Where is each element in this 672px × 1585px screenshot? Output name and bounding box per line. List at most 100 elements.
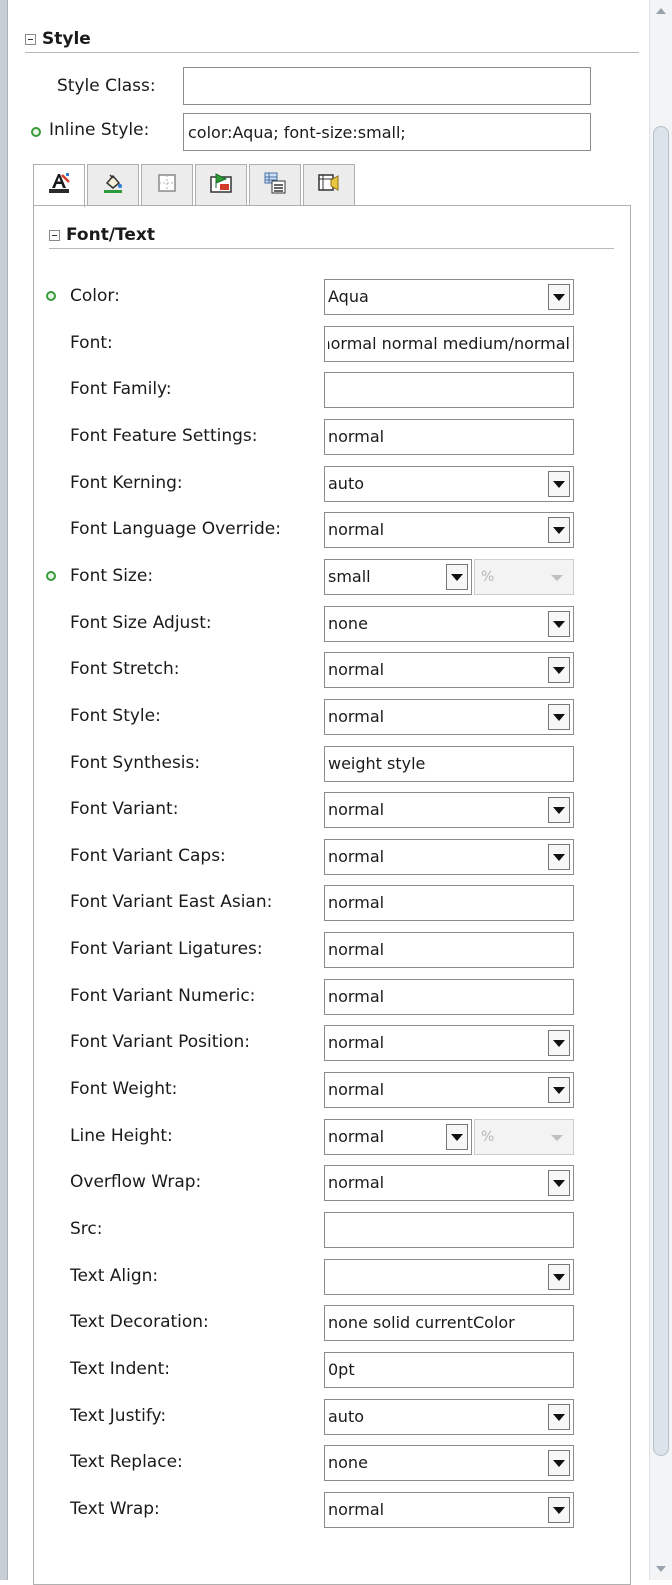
font-variant-caps-dropdown[interactable]: normal (324, 838, 574, 875)
unit-dropdown[interactable]: % (474, 1118, 574, 1155)
dropdown-arrow-icon[interactable] (548, 284, 570, 310)
font-text-section-title: Font/Text (66, 225, 156, 245)
text-replace-dropdown[interactable]: none (324, 1445, 574, 1482)
property-row-color: Color: Aqua (34, 275, 574, 317)
inline-style-input[interactable]: color:Aqua; font-size:small; (183, 113, 591, 151)
property-label: Text Decoration: (70, 1312, 209, 1333)
property-value (328, 1260, 543, 1294)
dropdown-arrow-icon[interactable] (548, 1030, 570, 1057)
dropdown-arrow-icon[interactable] (548, 1496, 570, 1523)
style-section-title: Style (42, 29, 91, 49)
font-size-dropdown[interactable]: small (324, 558, 472, 595)
font-family-input[interactable] (324, 372, 574, 409)
property-value: normal (328, 846, 385, 866)
overflow-wrap-dropdown[interactable]: normal (324, 1165, 574, 1202)
dropdown-arrow-icon[interactable] (548, 1403, 570, 1430)
font-variant-ligatures-input[interactable]: normal (324, 932, 574, 969)
dropdown-arrow-icon[interactable] (548, 843, 570, 870)
tab-position[interactable] (195, 164, 247, 206)
text-justify-dropdown[interactable]: auto (324, 1398, 574, 1435)
property-row-font-variant-position: Font Variant Position: normal (34, 1021, 574, 1063)
tab-border[interactable] (141, 164, 193, 206)
font-variant-dropdown[interactable]: normal (324, 792, 574, 829)
inline-style-value: color:Aqua; font-size:small; (188, 122, 406, 142)
property-label: Font Size: (70, 565, 154, 586)
dropdown-arrow-icon[interactable] (548, 1263, 570, 1290)
value-set-indicator-icon (31, 127, 41, 137)
tab-media[interactable] (303, 164, 355, 206)
text-wrap-dropdown[interactable]: normal (324, 1491, 574, 1528)
property-label: Font Variant East Asian: (70, 892, 273, 913)
collapse-icon[interactable] (49, 229, 60, 241)
unit-value: % (481, 1128, 495, 1145)
dropdown-arrow-icon[interactable] (548, 703, 570, 730)
dropdown-arrow-icon[interactable] (548, 1450, 570, 1477)
scroll-up-icon[interactable] (656, 8, 666, 14)
dropdown-arrow-icon[interactable] (548, 657, 570, 684)
font-style-dropdown[interactable]: normal (324, 698, 574, 735)
property-value: 0pt (328, 1360, 355, 1379)
font-input[interactable]: normal normal normal medium/normal (324, 325, 574, 362)
style-section-header[interactable]: Style (25, 28, 91, 50)
property-value: normal (328, 1080, 385, 1099)
property-row-font-variant-caps: Font Variant Caps: normal (34, 835, 574, 877)
unit-dropdown[interactable]: % (474, 558, 574, 595)
font-kerning-dropdown[interactable]: auto (324, 465, 574, 502)
font-weight-dropdown[interactable]: normal (324, 1072, 574, 1108)
font-synthesis-input[interactable]: weight style (324, 745, 574, 782)
tab-font-text[interactable] (33, 164, 85, 207)
scroll-down-icon[interactable] (656, 1566, 666, 1572)
text-indent-input[interactable]: 0pt (324, 1352, 574, 1388)
text-align-dropdown[interactable] (324, 1258, 574, 1295)
collapse-icon[interactable] (25, 33, 36, 45)
dropdown-arrow-icon[interactable] (548, 1170, 570, 1197)
property-label: Font Variant Position: (70, 1032, 251, 1053)
dropdown-arrow-icon[interactable] (548, 1077, 570, 1103)
property-row-font-variant-ligatures: Font Variant Ligatures: normal (34, 928, 574, 970)
unit-value: % (481, 568, 495, 585)
dropdown-arrow-icon[interactable] (548, 797, 570, 824)
property-value: Aqua (328, 287, 369, 306)
property-label: Line Height: (70, 1125, 173, 1146)
tab-background[interactable] (87, 164, 139, 206)
property-label: Text Align: (70, 1265, 159, 1286)
font-feature-settings-input[interactable]: normal (324, 418, 574, 455)
section-divider (25, 52, 639, 53)
property-row-font-feature-settings: Font Feature Settings: normal (34, 415, 574, 457)
property-row-src: Src: (34, 1208, 574, 1250)
scrollbar-thumb[interactable] (653, 126, 669, 1456)
font-variant-east-asian-input[interactable]: normal (324, 885, 574, 922)
property-value: none (328, 613, 368, 633)
src-input[interactable] (324, 1212, 574, 1248)
property-value: normal (328, 426, 385, 446)
property-row-font-variant-east-asian: Font Variant East Asian: normal (34, 881, 574, 923)
vertical-scrollbar[interactable] (649, 0, 672, 1580)
property-row-text-indent: Text Indent: 0pt (34, 1348, 574, 1390)
font-language-override-dropdown[interactable]: normal (324, 512, 574, 549)
property-row-font-kerning: Font Kerning: auto (34, 462, 574, 504)
text-decoration-input[interactable]: none solid currentColor (324, 1305, 574, 1342)
font-variant-numeric-input[interactable]: normal (324, 978, 574, 1015)
dropdown-arrow-icon[interactable] (446, 1123, 468, 1150)
property-row-line-height: Line Height: normal% (34, 1115, 574, 1157)
property-value: none solid currentColor (328, 1313, 515, 1333)
tab-list[interactable] (249, 164, 301, 206)
font-variant-position-dropdown[interactable]: normal (324, 1025, 574, 1062)
property-label: Font: (70, 332, 113, 353)
inline-style-label: Inline Style: (49, 120, 150, 140)
line-height-dropdown[interactable]: normal (324, 1118, 472, 1155)
property-row-font-family: Font Family: (34, 368, 574, 410)
dropdown-arrow-icon[interactable] (548, 470, 570, 497)
font-text-section-header[interactable]: Font/Text (49, 223, 155, 247)
property-value (328, 1213, 570, 1247)
panel-left-edge (0, 0, 8, 1580)
dropdown-arrow-icon[interactable] (446, 563, 468, 590)
color-dropdown[interactable]: Aqua (324, 279, 574, 315)
font-size-adjust-dropdown[interactable]: none (324, 605, 574, 642)
dropdown-arrow-icon[interactable] (548, 517, 570, 544)
property-label: Font Weight: (70, 1079, 178, 1099)
font-text-icon (46, 171, 72, 202)
style-class-input[interactable] (183, 67, 591, 105)
dropdown-arrow-icon[interactable] (548, 610, 570, 637)
font-stretch-dropdown[interactable]: normal (324, 652, 574, 689)
